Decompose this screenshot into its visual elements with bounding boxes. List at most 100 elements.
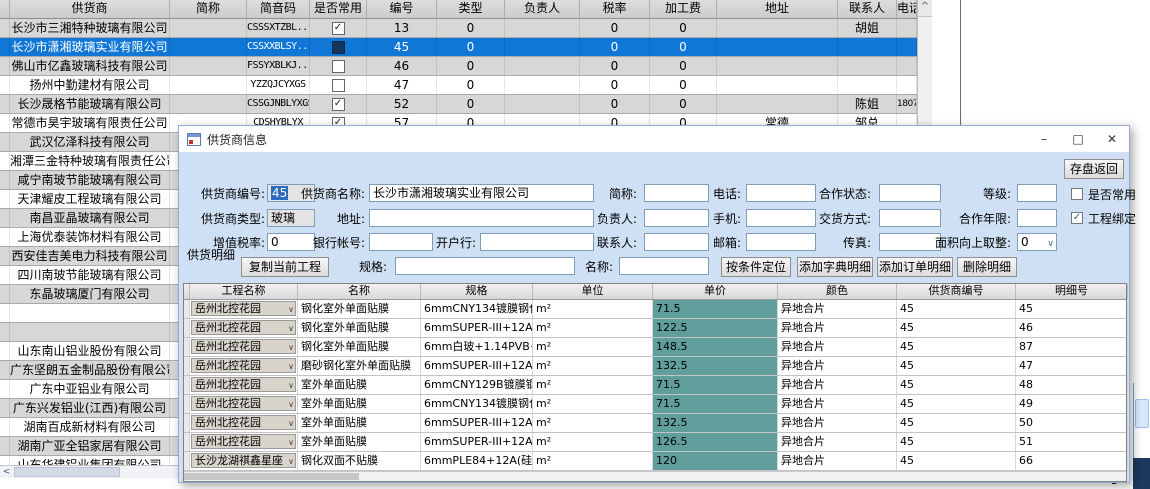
project-combo[interactable]: 长沙龙湖祺鑫星座∨ xyxy=(191,453,296,468)
supplier-name-input[interactable]: 长沙市潇湘玻璃实业有限公司 xyxy=(369,184,594,202)
project-combo[interactable]: 岳州北控花园∨ xyxy=(191,301,296,316)
project-combo[interactable]: 岳州北控花园∨ xyxy=(191,339,296,354)
common-checkbox[interactable]: ✓ xyxy=(332,22,345,35)
table-row[interactable]: 岳州北控花园∨磨砂钢化室外单面贴膜6mmSUPER-III+12A(硅...m²… xyxy=(184,357,1126,376)
add-dictionary-detail-button[interactable]: 添加字典明细 xyxy=(797,257,873,277)
table-row[interactable]: 佛山市亿鑫玻璃科技有限公司FSSYXBLKJ...46000 xyxy=(0,57,931,76)
table-cell[interactable]: 71.5 xyxy=(653,300,778,318)
table-row[interactable]: 岳州北控花园∨室外单面贴膜6mmCNY129B镀膜钢化m²71.5异地合片454… xyxy=(184,376,1126,395)
project-combo[interactable]: 岳州北控花园∨ xyxy=(191,358,296,373)
common-checkbox[interactable]: ✓ xyxy=(332,98,345,111)
table-cell[interactable]: 岳州北控花园∨ xyxy=(190,414,298,432)
area-round-up-input[interactable]: 0∨ xyxy=(1017,233,1057,251)
chevron-down-icon[interactable]: ∨ xyxy=(288,379,294,392)
bank-account-input[interactable] xyxy=(369,233,433,251)
column-header[interactable]: 名称 xyxy=(298,284,421,299)
table-row[interactable]: 岳州北控花园∨钢化室外单面贴膜6mmCNY134镀膜钢化m²71.5异地合片45… xyxy=(184,300,1126,319)
project-bind-checkbox[interactable]: ✓ xyxy=(1071,212,1083,224)
table-cell[interactable]: 71.5 xyxy=(653,395,778,413)
column-header[interactable]: 规格 xyxy=(421,284,533,299)
column-header[interactable]: 简音码 xyxy=(247,0,310,18)
copy-current-project-button[interactable]: 复制当前工程 xyxy=(241,257,329,277)
scroll-up-icon[interactable]: ^ xyxy=(918,0,932,17)
table-cell[interactable]: 岳州北控花园∨ xyxy=(190,338,298,356)
project-combo[interactable]: 岳州北控花园∨ xyxy=(191,434,296,449)
common-checkbox[interactable] xyxy=(332,60,345,73)
coop-status-input[interactable] xyxy=(879,184,941,202)
table-row[interactable]: 长沙市潇湘玻璃实业有限公司CSSXXBLSY...45000 xyxy=(0,38,931,57)
chevron-down-icon[interactable]: ∨ xyxy=(288,341,294,354)
table-cell[interactable]: 岳州北控花园∨ xyxy=(190,376,298,394)
chevron-down-icon[interactable]: ∨ xyxy=(288,322,294,335)
table-row[interactable]: 长沙龙湖祺鑫星座∨钢化双面不贴膜6mmPLE84+12A(硅酮胶...m²120… xyxy=(184,452,1126,471)
delivery-method-input[interactable] xyxy=(879,209,941,227)
chevron-down-icon[interactable]: ∨ xyxy=(288,417,294,430)
name-filter-input[interactable] xyxy=(619,257,709,275)
table-cell[interactable]: 120 xyxy=(653,452,778,470)
table-cell[interactable]: 岳州北控花园∨ xyxy=(190,319,298,337)
table-cell[interactable]: 132.5 xyxy=(653,357,778,375)
table-row[interactable]: 长沙市三湘特种玻璃有限公司CSSSXTZBL...✓13000胡姐 xyxy=(0,19,931,38)
column-header[interactable]: 颜色 xyxy=(778,284,897,299)
column-header[interactable]: 电话 xyxy=(897,0,917,18)
table-cell[interactable]: 长沙龙湖祺鑫星座∨ xyxy=(190,452,298,470)
table-row[interactable]: 岳州北控花园∨室外单面贴膜6mmSUPER-III+12A(硅...m²126.… xyxy=(184,433,1126,452)
scrollbar-thumb[interactable] xyxy=(184,473,359,480)
close-icon[interactable]: ✕ xyxy=(1095,126,1129,152)
column-header[interactable]: 简称 xyxy=(170,0,247,18)
is-common-checkbox[interactable] xyxy=(1071,188,1083,200)
table-row[interactable]: 岳州北控花园∨室外单面贴膜6mmSUPER-III+12A(硅...m²132.… xyxy=(184,414,1126,433)
table-row[interactable]: 岳州北控花园∨钢化室外单面贴膜6mmSUPER-III+12A(硅...m²12… xyxy=(184,319,1126,338)
chevron-down-icon[interactable]: ∨ xyxy=(288,436,294,449)
coop-years-input[interactable] xyxy=(1017,209,1057,227)
column-header[interactable]: 类型 xyxy=(437,0,505,18)
table-cell[interactable]: 岳州北控花园∨ xyxy=(190,433,298,451)
spec-filter-input[interactable] xyxy=(395,257,575,275)
table-cell[interactable]: 126.5 xyxy=(653,433,778,451)
table-cell[interactable]: 岳州北控花园∨ xyxy=(190,300,298,318)
column-header[interactable]: 税率 xyxy=(580,0,650,18)
table-cell[interactable]: 岳州北控花园∨ xyxy=(190,357,298,375)
detail-table-horizontal-scrollbar[interactable] xyxy=(184,471,1126,481)
column-header[interactable]: 单位 xyxy=(533,284,653,299)
table-row[interactable]: 岳州北控花园∨钢化室外单面贴膜6mm白玻+1.14PVB+6mm...m²148… xyxy=(184,338,1126,357)
address-input[interactable] xyxy=(369,209,594,227)
maximize-icon[interactable]: □ xyxy=(1061,126,1095,152)
column-header[interactable]: 负责人 xyxy=(505,0,580,18)
table-cell[interactable]: 122.5 xyxy=(653,319,778,337)
common-checkbox[interactable] xyxy=(332,41,345,54)
column-header[interactable]: 加工费 xyxy=(650,0,717,18)
common-checkbox[interactable] xyxy=(332,79,345,92)
column-header[interactable]: 联系人 xyxy=(838,0,897,18)
column-header[interactable]: 供货商编号 xyxy=(897,284,1016,299)
table-row[interactable]: 岳州北控花园∨室外单面贴膜6mmCNY134镀膜钢化m²71.5异地合片4549 xyxy=(184,395,1126,414)
chevron-down-icon[interactable]: ∨ xyxy=(288,303,294,316)
locate-by-condition-button[interactable]: 按条件定位 xyxy=(721,257,791,277)
project-combo[interactable]: 岳州北控花园∨ xyxy=(191,320,296,335)
project-combo[interactable]: 岳州北控花园∨ xyxy=(191,396,296,411)
chevron-down-icon[interactable]: ∨ xyxy=(288,455,294,468)
grade-input[interactable] xyxy=(1017,184,1057,202)
delete-detail-button[interactable]: 删除明细 xyxy=(957,257,1017,277)
save-return-button[interactable]: 存盘返回 xyxy=(1064,159,1124,179)
scrollbar-thumb[interactable] xyxy=(14,467,120,477)
column-header[interactable] xyxy=(0,0,10,18)
scroll-left-icon[interactable]: < xyxy=(0,466,13,478)
column-header[interactable]: 是否常用 xyxy=(310,0,367,18)
table-row[interactable]: 扬州中勤建材有限公司YZZQJCYXGS47000 xyxy=(0,76,931,95)
column-header[interactable]: 工程名称 xyxy=(190,284,298,299)
column-header[interactable]: 编号 xyxy=(367,0,437,18)
table-cell[interactable]: 148.5 xyxy=(653,338,778,356)
column-header[interactable]: 地址 xyxy=(717,0,838,18)
column-header[interactable]: 明细号 xyxy=(1016,284,1128,299)
chevron-down-icon[interactable]: ∨ xyxy=(1047,236,1054,251)
table-cell[interactable]: 岳州北控花园∨ xyxy=(190,395,298,413)
column-header[interactable]: 供货商 xyxy=(10,0,170,18)
table-cell[interactable]: 71.5 xyxy=(653,376,778,394)
project-combo[interactable]: 岳州北控花园∨ xyxy=(191,377,296,392)
column-header[interactable]: 单价 xyxy=(653,284,778,299)
chevron-down-icon[interactable]: ∨ xyxy=(288,360,294,373)
dialog-titlebar[interactable]: 供货商信息 – □ ✕ xyxy=(179,126,1129,152)
table-row[interactable]: 长沙晟格节能玻璃有限公司CSSGJNBLYXGS✓52000陈姐180751 xyxy=(0,95,931,114)
table-cell[interactable]: 132.5 xyxy=(653,414,778,432)
